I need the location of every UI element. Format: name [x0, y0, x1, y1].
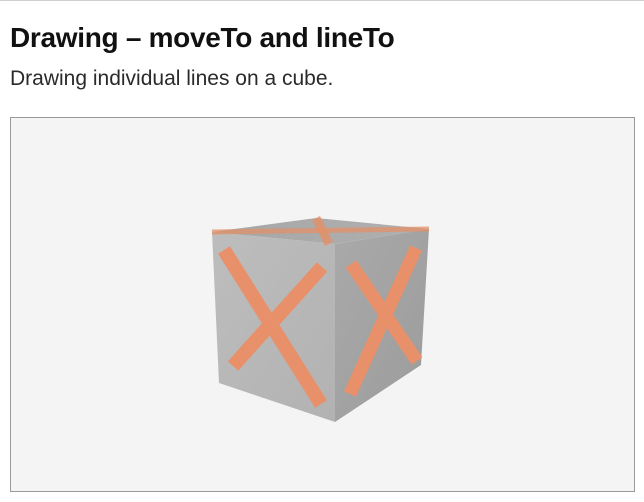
- page-subtitle: Drawing individual lines on a cube.: [10, 67, 334, 90]
- cube-scene: [211, 215, 430, 422]
- page-title: Drawing – moveTo and lineTo: [10, 22, 395, 53]
- top-divider: [0, 0, 644, 1]
- render-canvas[interactable]: [10, 117, 635, 492]
